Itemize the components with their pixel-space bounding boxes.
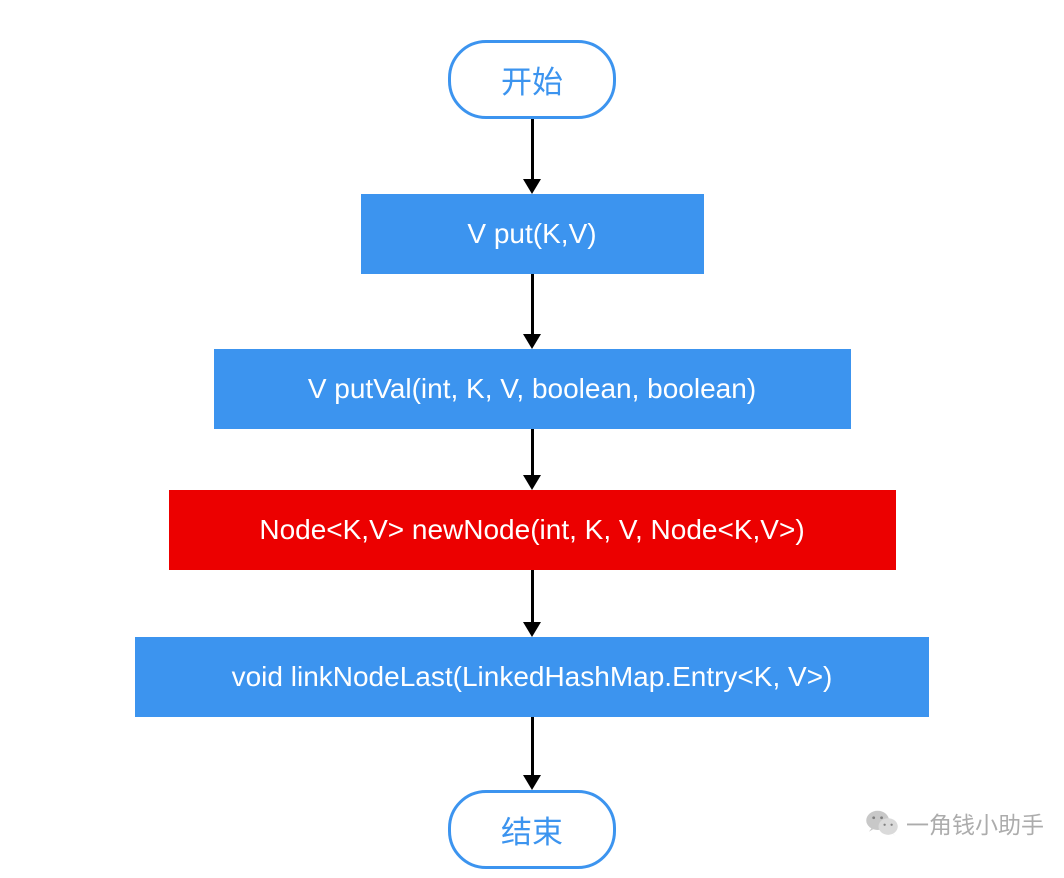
start-label: 开始	[501, 65, 563, 100]
process-linknodelast-label: void linkNodeLast(LinkedHashMap.Entry<K,…	[232, 661, 833, 692]
arrow-4	[523, 570, 541, 637]
arrow-line	[531, 119, 534, 179]
process-newnode: Node<K,V> newNode(int, K, V, Node<K,V>)	[169, 490, 896, 570]
arrow-line	[531, 274, 534, 334]
arrow-line	[531, 429, 534, 475]
arrow-head-icon	[523, 622, 541, 637]
arrow-head-icon	[523, 334, 541, 349]
arrow-head-icon	[523, 775, 541, 790]
process-linknodelast: void linkNodeLast(LinkedHashMap.Entry<K,…	[135, 637, 929, 717]
process-newnode-label: Node<K,V> newNode(int, K, V, Node<K,V>)	[259, 514, 804, 545]
arrow-head-icon	[523, 475, 541, 490]
watermark: 一角钱小助手	[866, 806, 1044, 840]
arrow-3	[523, 429, 541, 490]
process-putval: V putVal(int, K, V, boolean, boolean)	[214, 349, 851, 429]
arrow-1	[523, 119, 541, 194]
arrow-line	[531, 570, 534, 622]
flowchart-container: 开始 V put(K,V) V putVal(int, K, V, boolea…	[0, 0, 1064, 869]
watermark-text: 一角钱小助手	[906, 806, 1044, 840]
arrow-2	[523, 274, 541, 349]
arrow-head-icon	[523, 179, 541, 194]
end-label: 结束	[501, 815, 563, 850]
end-terminal: 结束	[448, 790, 616, 869]
process-put-label: V put(K,V)	[467, 218, 596, 249]
arrow-line	[531, 717, 534, 775]
start-terminal: 开始	[448, 40, 616, 119]
process-put: V put(K,V)	[361, 194, 704, 274]
wechat-icon	[866, 809, 898, 837]
process-putval-label: V putVal(int, K, V, boolean, boolean)	[308, 373, 756, 404]
arrow-5	[523, 717, 541, 790]
